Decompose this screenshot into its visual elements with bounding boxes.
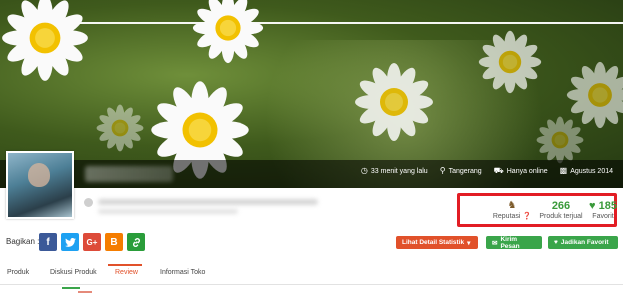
shop-description-blurred bbox=[98, 199, 318, 205]
google-plus-share-button[interactable]: G+ bbox=[83, 233, 101, 251]
shop-description-blurred-2 bbox=[98, 209, 238, 214]
truck-icon: ⛟ bbox=[493, 166, 504, 175]
tab-diskusi-produk[interactable]: Diskusi Produk bbox=[50, 269, 97, 276]
tab-produk[interactable]: Produk bbox=[7, 269, 29, 276]
button-label: Lihat Detail Statistik bbox=[402, 239, 465, 246]
red-accent-mark bbox=[78, 291, 92, 293]
meta-text: 33 menit yang lalu bbox=[370, 167, 428, 175]
view-statistics-button[interactable]: Lihat Detail Statistik ▾ bbox=[396, 236, 478, 249]
share-label: Bagikan : bbox=[6, 237, 40, 246]
blogger-share-button[interactable]: B bbox=[105, 233, 123, 251]
twitter-bird-icon bbox=[64, 237, 76, 247]
meta-online: ⛟ Hanya online bbox=[494, 167, 548, 175]
envelope-icon: ✉ bbox=[492, 239, 498, 247]
stat-value: 185 bbox=[598, 200, 617, 212]
stat-label: Produk terjual bbox=[539, 213, 583, 220]
heart-icon: ♥ bbox=[589, 200, 596, 212]
avatar-face bbox=[28, 163, 50, 187]
shop-stats-highlight: ♞ Reputasi ❓ 266 Produk terjual ♥ 185 Fa… bbox=[457, 193, 617, 227]
twitter-share-button[interactable] bbox=[61, 233, 79, 251]
tab-informasi-toko[interactable]: Informasi Toko bbox=[160, 269, 205, 276]
meta-text: Hanya online bbox=[506, 167, 548, 175]
button-label: Kirim Pesan bbox=[500, 235, 520, 250]
link-icon bbox=[132, 237, 140, 247]
shop-name-blurred bbox=[85, 166, 173, 182]
cover-image bbox=[0, 0, 623, 188]
stat-favorit: ♥ 185 Favorit bbox=[586, 200, 620, 220]
active-tab-indicator bbox=[108, 264, 142, 266]
button-label: Jadikan Favorit bbox=[560, 239, 609, 246]
reputation-badge-icon: ♞ bbox=[507, 200, 517, 211]
stat-label: Favorit bbox=[592, 213, 614, 220]
stat-label: Reputasi bbox=[492, 213, 521, 220]
stat-reputasi[interactable]: ♞ Reputasi ❓ bbox=[492, 200, 532, 220]
location-pin-icon: ⚲ bbox=[439, 166, 446, 175]
green-accent-mark bbox=[62, 287, 80, 289]
help-icon[interactable]: ❓ bbox=[522, 213, 531, 220]
meta-last-online: ◷ 33 menit yang lalu bbox=[361, 167, 428, 175]
facebook-share-button[interactable]: f bbox=[39, 233, 57, 251]
stat-produk-terjual: 266 Produk terjual bbox=[538, 200, 584, 220]
copy-link-button[interactable] bbox=[127, 233, 145, 251]
clock-icon: ◷ bbox=[360, 166, 368, 175]
chevron-down-icon: ▾ bbox=[467, 239, 471, 247]
calendar-icon: ▩ bbox=[559, 166, 568, 175]
shop-tabs: Produk Diskusi Produk Review Informasi T… bbox=[0, 262, 623, 285]
send-message-button[interactable]: ✉ Kirim Pesan bbox=[486, 235, 542, 250]
meta-text: Agustus 2014 bbox=[570, 167, 613, 175]
add-favorite-button[interactable]: ♥ Jadikan Favorit bbox=[548, 236, 618, 249]
stat-value: 266 bbox=[551, 200, 571, 212]
meta-text: Tangerang bbox=[448, 167, 482, 175]
heart-icon: ♥ bbox=[554, 239, 558, 246]
meta-location: ⚲ Tangerang bbox=[440, 167, 482, 175]
tab-review[interactable]: Review bbox=[115, 269, 138, 276]
meta-joined: ▩ Agustus 2014 bbox=[560, 167, 613, 175]
info-icon bbox=[84, 198, 93, 207]
shop-avatar[interactable] bbox=[6, 151, 74, 219]
shop-meta-bar: ◷ 33 menit yang lalu ⚲ Tangerang ⛟ Hanya… bbox=[361, 167, 613, 175]
